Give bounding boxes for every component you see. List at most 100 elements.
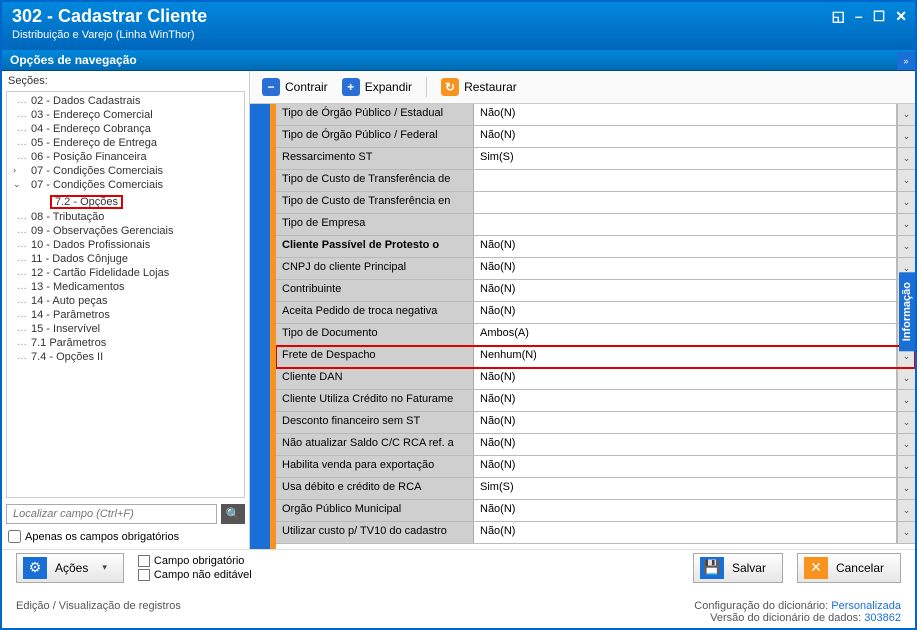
row-label: Desconto financeiro sem ST [276, 412, 474, 433]
toolbar-separator [426, 77, 427, 97]
salvar-button[interactable]: 💾 Salvar [693, 553, 783, 583]
title-bar: 302 - Cadastrar Cliente Distribuição e V… [2, 2, 915, 50]
tree-item[interactable]: …10 - Dados Profissionais [7, 238, 244, 252]
dropdown-icon[interactable]: ⌄ [897, 148, 915, 169]
tree-item[interactable]: …12 - Cartão Fidelidade Lojas [7, 266, 244, 280]
row-value[interactable]: Não(N) [474, 522, 897, 543]
row-value[interactable]: Sim(S) [474, 148, 897, 169]
expander-icon[interactable]: ⌄ [13, 179, 21, 190]
restore-icon[interactable]: ◱ [832, 8, 845, 25]
tree-item-label: 14 - Auto peças [31, 295, 107, 307]
required-only-checkbox[interactable] [8, 530, 21, 543]
row-label: Cliente Utiliza Crédito no Faturame [276, 390, 474, 411]
row-value[interactable]: Não(N) [474, 456, 897, 477]
tree-bullet: … [17, 351, 27, 362]
dropdown-icon[interactable]: ⌄ [897, 192, 915, 213]
gear-icon: ⚙ [23, 557, 47, 579]
row-value[interactable]: Não(N) [474, 104, 897, 125]
search-button[interactable]: 🔍 [221, 504, 245, 524]
row-label: Cliente Passível de Protesto o [276, 236, 474, 257]
contrair-button[interactable]: − Contrair [258, 76, 332, 98]
row-value[interactable]: Não(N) [474, 412, 897, 433]
maximize-icon[interactable]: ☐ [873, 8, 886, 25]
sections-label: Seções: [2, 71, 249, 91]
tree-item[interactable]: …06 - Posição Financeira [7, 150, 244, 164]
nav-tree: …02 - Dados Cadastrais…03 - Endereço Com… [7, 92, 244, 366]
dropdown-icon[interactable]: ⌄ [897, 368, 915, 389]
search-input[interactable] [6, 504, 217, 524]
row-value[interactable] [474, 170, 897, 191]
tree-item[interactable]: …7.1 Parâmetros [7, 336, 244, 350]
dropdown-icon[interactable]: ⌄ [897, 522, 915, 543]
row-value[interactable] [474, 192, 897, 213]
close-icon[interactable]: ✕ [895, 8, 907, 25]
dropdown-icon[interactable]: ⌄ [897, 104, 915, 125]
config-link[interactable]: Personalizada [831, 600, 901, 612]
legend: Campo obrigatório Campo não editável [138, 555, 252, 581]
status-left: Edição / Visualização de registros [16, 600, 181, 624]
row-label: Tipo de Órgão Público / Federal [276, 126, 474, 147]
row-value[interactable]: Não(N) [474, 236, 897, 257]
row-value[interactable]: Sim(S) [474, 478, 897, 499]
restaurar-button[interactable]: ↻ Restaurar [437, 76, 521, 98]
row-label: Usa débito e crédito de RCA [276, 478, 474, 499]
tree-item[interactable]: …14 - Auto peças [7, 294, 244, 308]
row-value[interactable]: Nenhum(N) [474, 346, 897, 367]
info-tab[interactable]: Informação [899, 272, 915, 351]
tree-item[interactable]: …03 - Endereço Comercial [7, 108, 244, 122]
nav-title: Opções de navegação [10, 53, 137, 67]
tree-item[interactable]: …15 - Inservível [7, 322, 244, 336]
dropdown-icon[interactable]: ⌄ [897, 412, 915, 433]
dropdown-icon[interactable]: ⌄ [897, 390, 915, 411]
minimize-icon[interactable]: – [855, 8, 863, 25]
row-value[interactable]: Não(N) [474, 302, 897, 323]
expander-icon[interactable]: › [13, 165, 16, 175]
row-value[interactable]: Não(N) [474, 280, 897, 301]
row-label: Aceita Pedido de troca negativa [276, 302, 474, 323]
grid-row: Tipo de DocumentoAmbos(A)⌄ [276, 324, 915, 346]
row-value[interactable] [474, 214, 897, 235]
row-value[interactable]: Ambos(A) [474, 324, 897, 345]
grid-row: Tipo de Empresa⌄ [276, 214, 915, 236]
tree-item[interactable]: …7.4 - Opções II [7, 350, 244, 364]
tree-item[interactable]: …14 - Parâmetros [7, 308, 244, 322]
expandir-button[interactable]: + Expandir [338, 76, 416, 98]
status-right: Configuração do dicionário: Personalizad… [694, 600, 901, 624]
tree-item[interactable]: …08 - Tributação [7, 210, 244, 224]
version-link[interactable]: 303862 [864, 612, 901, 624]
tree-scroll[interactable]: …02 - Dados Cadastrais…03 - Endereço Com… [6, 91, 245, 498]
dropdown-icon[interactable]: ⌄ [897, 434, 915, 455]
tree-item[interactable]: …13 - Medicamentos [7, 280, 244, 294]
grid-row: Tipo de Órgão Público / FederalNão(N)⌄ [276, 126, 915, 148]
grid-row: Usa débito e crédito de RCASim(S)⌄ [276, 478, 915, 500]
nav-header: Opções de navegação « [2, 50, 915, 71]
dropdown-icon[interactable]: ⌄ [897, 456, 915, 477]
row-value[interactable]: Não(N) [474, 368, 897, 389]
property-grid[interactable]: Tipo de Órgão Público / EstadualNão(N)⌄T… [276, 104, 915, 549]
grid-row: Cliente Utiliza Crédito no FaturameNão(N… [276, 390, 915, 412]
collapse-info-icon[interactable]: » [897, 52, 915, 70]
tree-item[interactable]: …02 - Dados Cadastrais [7, 94, 244, 108]
row-value[interactable]: Não(N) [474, 258, 897, 279]
row-value[interactable]: Não(N) [474, 390, 897, 411]
tree-item[interactable]: …05 - Endereço de Entrega [7, 136, 244, 150]
tree-item[interactable]: …09 - Observações Gerenciais [7, 224, 244, 238]
acoes-button[interactable]: ⚙ Ações ▾ [16, 553, 124, 583]
row-value[interactable]: Não(N) [474, 434, 897, 455]
cancelar-button[interactable]: ✕ Cancelar [797, 553, 901, 583]
dropdown-icon[interactable]: ⌄ [897, 214, 915, 235]
grid-row: Tipo de Custo de Transferência de⌄ [276, 170, 915, 192]
row-value[interactable]: Não(N) [474, 500, 897, 521]
dropdown-icon[interactable]: ⌄ [897, 500, 915, 521]
dropdown-icon[interactable]: ⌄ [897, 126, 915, 147]
tree-item[interactable]: …11 - Dados Cônjuge [7, 252, 244, 266]
dropdown-icon[interactable]: ⌄ [897, 478, 915, 499]
tree-item[interactable]: 7.2 - Opções [51, 196, 122, 208]
tree-item[interactable]: ›07 - Condições Comerciais [7, 164, 244, 178]
row-value[interactable]: Não(N) [474, 126, 897, 147]
central-panel: − Contrair + Expandir ↻ Restaurar Tipo d… [250, 71, 915, 549]
tree-item[interactable]: …04 - Endereço Cobrança [7, 122, 244, 136]
dropdown-icon[interactable]: ⌄ [897, 170, 915, 191]
dropdown-icon[interactable]: ⌄ [897, 236, 915, 257]
tree-item[interactable]: ⌄07 - Condições Comerciais [7, 178, 244, 192]
